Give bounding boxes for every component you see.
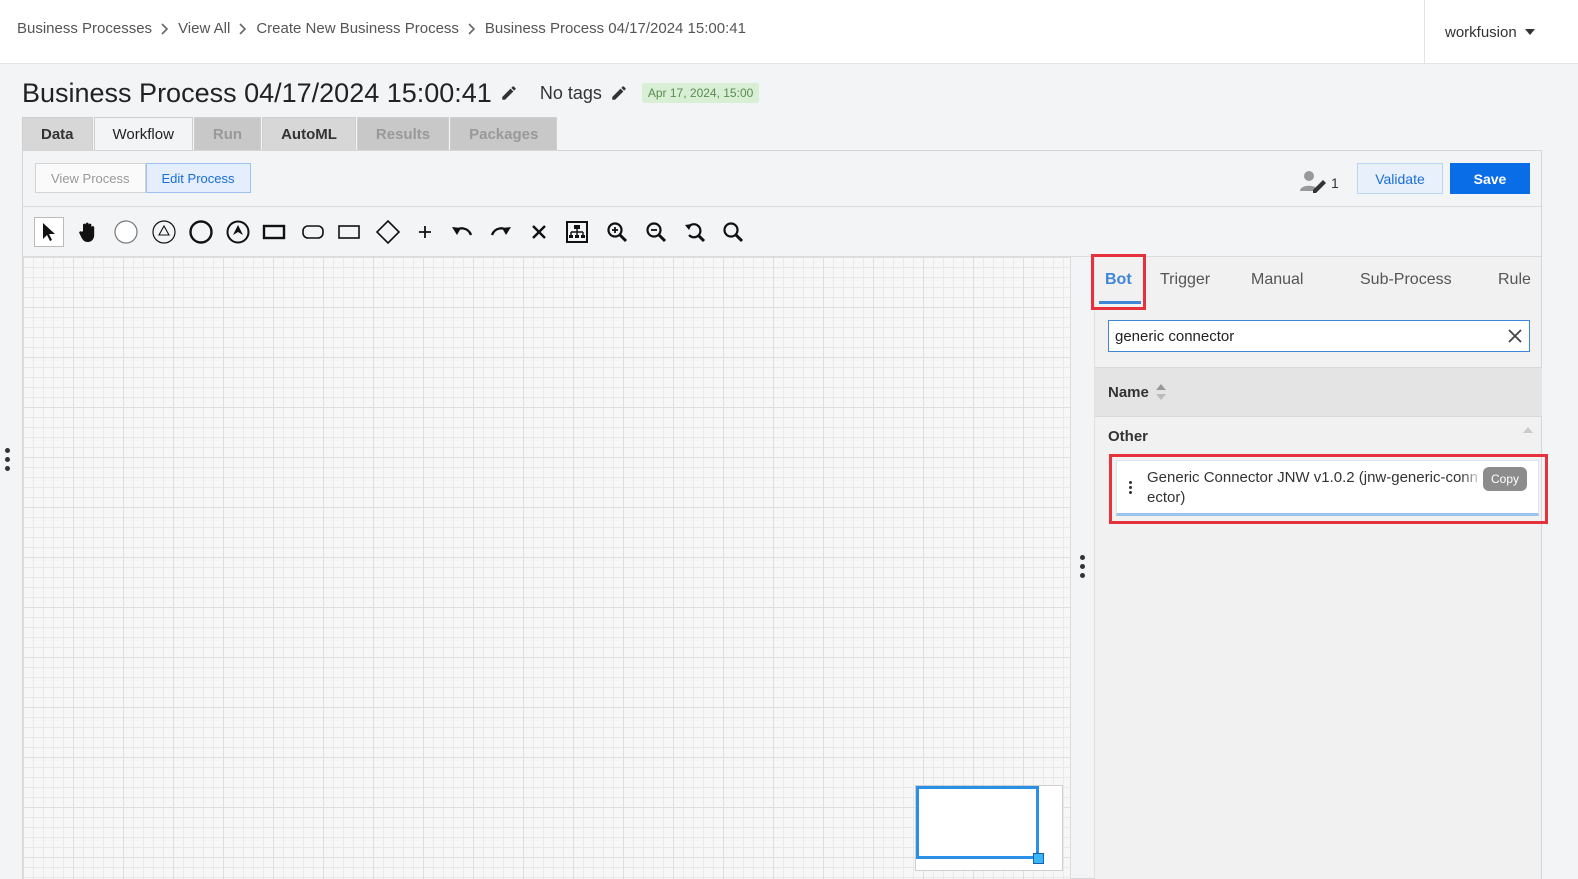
user-menu[interactable]: workfusion	[1424, 0, 1578, 64]
panel-splitter-handle-icon[interactable]	[1080, 555, 1085, 578]
palette-search-input[interactable]	[1109, 321, 1489, 351]
highlight-palette-item	[1109, 454, 1548, 524]
zoom-reset-icon[interactable]	[680, 217, 710, 247]
diagram-canvas[interactable]	[23, 257, 1071, 879]
data-object-icon[interactable]	[334, 217, 364, 247]
collapse-group-icon[interactable]	[1523, 427, 1533, 433]
task-icon[interactable]	[259, 217, 289, 247]
delete-icon[interactable]	[524, 217, 554, 247]
pointer-tool-icon[interactable]	[34, 217, 64, 247]
caret-down-icon	[1524, 29, 1535, 35]
start-event-icon[interactable]	[111, 217, 141, 247]
tags-label: No tags	[539, 82, 602, 103]
escalation-event-icon[interactable]	[223, 217, 253, 247]
chevron-right-icon	[239, 22, 247, 35]
left-splitter-handle-icon[interactable]	[5, 448, 10, 471]
active-editors: 1	[1299, 169, 1339, 196]
tab-run[interactable]: Run	[193, 117, 262, 151]
edit-title-pencil-icon[interactable]	[500, 84, 518, 102]
title-row: Business Process 04/17/2024 15:00:41 No …	[22, 76, 760, 110]
breadcrumb: Business Processes View All Create New B…	[17, 20, 746, 37]
page-title: Business Process 04/17/2024 15:00:41	[22, 77, 492, 108]
zoom-in-icon[interactable]	[602, 217, 632, 247]
tab-results[interactable]: Results	[356, 117, 450, 151]
intermediate-event-icon[interactable]	[149, 217, 179, 247]
palette-tab-subprocess[interactable]: Sub-Process	[1360, 271, 1452, 289]
end-event-icon[interactable]	[186, 217, 216, 247]
zoom-out-icon[interactable]	[641, 217, 671, 247]
add-icon[interactable]	[410, 217, 440, 247]
diagram-toolbar	[23, 207, 1541, 257]
view-process-button[interactable]: View Process	[35, 163, 146, 193]
minimap-resize-handle[interactable]	[1033, 853, 1044, 864]
zoom-fit-icon[interactable]	[718, 217, 748, 247]
breadcrumb-current: Business Process 04/17/2024 15:00:41	[484, 20, 746, 37]
edit-tags-pencil-icon[interactable]	[610, 84, 628, 102]
palette-panel: Bot Trigger Manual Sub-Process Rule Name…	[1091, 254, 1548, 879]
process-tabs: Data Workflow Run AutoML Results Package…	[22, 117, 558, 151]
name-column-header[interactable]: Name	[1095, 367, 1542, 417]
save-button[interactable]: Save	[1450, 163, 1530, 194]
palette-tabs: Bot Trigger Manual Sub-Process Rule	[1095, 257, 1542, 307]
tab-workflow[interactable]: Workflow	[93, 117, 193, 151]
canvas-grid	[23, 257, 1070, 879]
redo-icon[interactable]	[486, 217, 516, 247]
subprocess-icon[interactable]	[298, 217, 328, 247]
sort-icon[interactable]	[1155, 383, 1167, 401]
highlight-bot-tab	[1091, 254, 1146, 310]
hand-tool-icon[interactable]	[73, 217, 103, 247]
gateway-icon[interactable]	[373, 217, 403, 247]
chevron-right-icon	[468, 22, 476, 35]
breadcrumb-view-all[interactable]: View All	[178, 20, 230, 37]
minimap-viewport[interactable]	[916, 786, 1039, 859]
user-name: workfusion	[1445, 23, 1517, 41]
name-column-label: Name	[1108, 383, 1149, 401]
clear-search-icon[interactable]	[1507, 328, 1523, 349]
workflow-panel: View Process Edit Process 1 Validate Sav…	[22, 150, 1548, 879]
chevron-right-icon	[161, 22, 169, 35]
undo-icon[interactable]	[447, 217, 477, 247]
palette-tab-trigger[interactable]: Trigger	[1160, 271, 1210, 289]
group-label: Other	[1108, 428, 1149, 445]
breadcrumb-create-new[interactable]: Create New Business Process	[256, 20, 459, 37]
auto-layout-icon[interactable]	[562, 217, 592, 247]
palette-tab-manual[interactable]: Manual	[1251, 271, 1303, 289]
tab-packages[interactable]: Packages	[450, 117, 558, 151]
edit-process-button[interactable]: Edit Process	[145, 163, 251, 193]
validate-button[interactable]: Validate	[1357, 163, 1443, 194]
palette-tab-rule[interactable]: Rule	[1498, 271, 1531, 289]
date-badge: Apr 17, 2024, 15:00	[641, 83, 760, 103]
palette-search	[1108, 320, 1530, 352]
top-bar: Business Processes View All Create New B…	[0, 0, 1578, 64]
editors-count: 1	[1331, 174, 1339, 191]
tab-automl[interactable]: AutoML	[262, 117, 356, 151]
breadcrumb-business-processes[interactable]: Business Processes	[17, 20, 152, 37]
minimap[interactable]	[915, 785, 1063, 871]
user-edit-icon	[1299, 169, 1327, 196]
workflow-subbar: View Process Edit Process 1 Validate Sav…	[23, 151, 1541, 207]
mode-toggle: View Process Edit Process	[35, 163, 251, 193]
tab-data[interactable]: Data	[22, 117, 93, 151]
